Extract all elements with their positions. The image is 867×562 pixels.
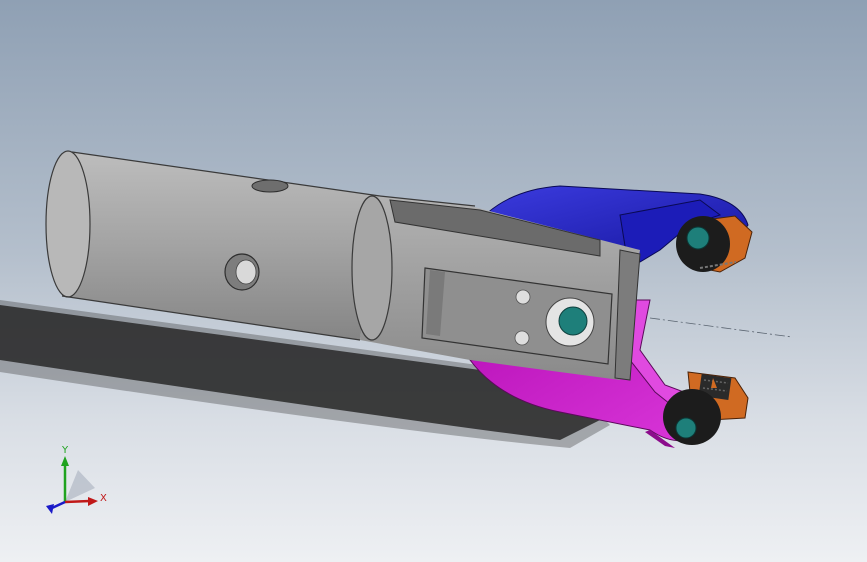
model-view[interactable] <box>0 0 867 562</box>
screw-hole-lower <box>514 330 530 346</box>
tube-end-face <box>45 150 91 298</box>
x-axis-arrow <box>88 497 98 506</box>
x-axis-label: X <box>100 493 107 504</box>
graphics-viewport[interactable]: Y X <box>0 0 867 562</box>
centerline <box>649 317 793 338</box>
triad-graphic <box>46 456 98 514</box>
tube-top-slot <box>251 179 289 193</box>
pivot-pin[interactable] <box>558 306 588 336</box>
lower-roller[interactable] <box>663 371 749 445</box>
tube[interactable] <box>45 150 381 341</box>
z-axis-arrow <box>46 504 54 514</box>
reference-triad[interactable]: Y X <box>30 440 120 520</box>
y-axis-arrow <box>61 456 69 466</box>
z-axis-line <box>51 500 66 510</box>
x-axis-line <box>64 499 91 504</box>
y-axis-label: Y <box>62 445 69 456</box>
screw-hole-upper <box>515 289 531 305</box>
upper-roller[interactable] <box>676 215 753 273</box>
